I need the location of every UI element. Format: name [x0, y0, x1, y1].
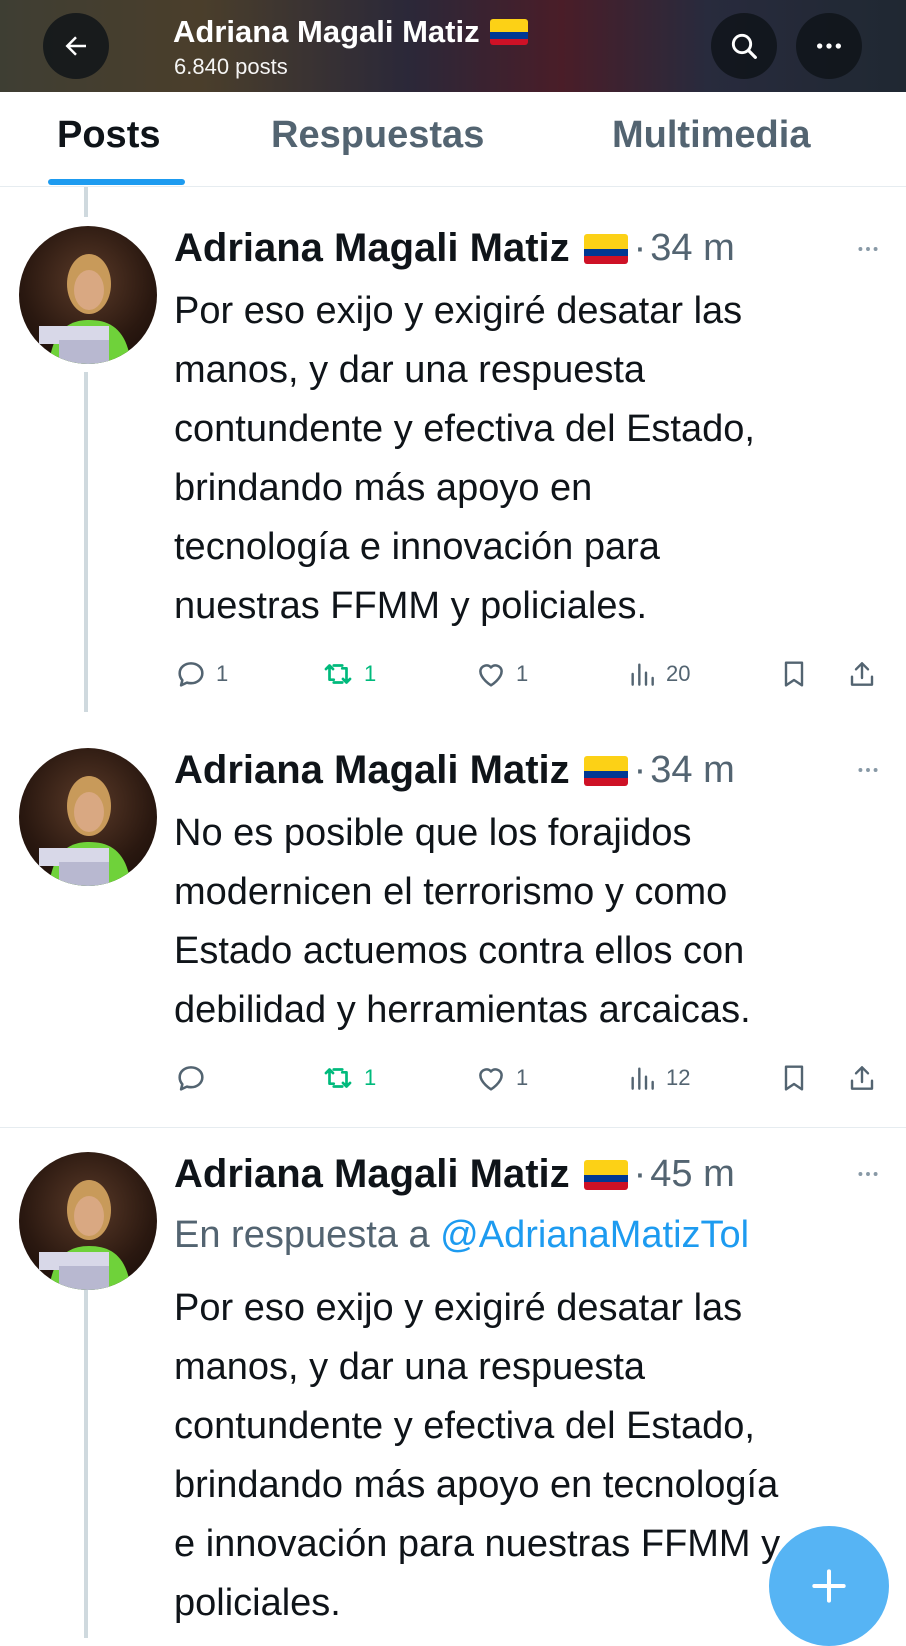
profile-tabs: Posts Respuestas Multimedia	[0, 92, 906, 187]
repost-button[interactable]: 1	[320, 657, 376, 691]
tweet-author-line: Adriana Magali Matiz · 34 m	[174, 748, 735, 793]
bookmark-button[interactable]	[778, 1061, 810, 1095]
back-arrow-icon	[65, 36, 86, 56]
reply-icon	[178, 662, 204, 687]
posts-count: 6.840 posts	[174, 54, 288, 79]
views-icon	[631, 1067, 654, 1090]
views-count: 20	[666, 661, 691, 686]
repost-count: 1	[364, 1065, 377, 1090]
compose-button[interactable]	[769, 1526, 889, 1646]
tweet-actions: 1 1 1 20	[174, 657, 886, 697]
tweet-text: No es posible que los forajidos modernic…	[174, 812, 751, 1031]
share-button[interactable]	[846, 657, 878, 691]
separator-dot: ·	[633, 1153, 647, 1195]
avatar-photo	[39, 1180, 131, 1290]
author-name[interactable]: Adriana Magali Matiz	[174, 226, 570, 271]
like-button[interactable]: 1	[474, 657, 528, 691]
views-button[interactable]: 20	[626, 657, 690, 691]
search-icon	[731, 33, 757, 59]
thread-line	[84, 187, 88, 217]
reply-icon	[178, 1066, 204, 1091]
colombia-flag-icon	[583, 1159, 628, 1190]
search-button[interactable]	[711, 13, 777, 79]
tweet-more-icon[interactable]	[852, 236, 884, 262]
tab-multimedia[interactable]: Multimedia	[612, 114, 810, 157]
tweet-text: Por eso exijo y exigiré desatar las mano…	[174, 290, 755, 627]
tweet-more-icon[interactable]	[852, 1161, 884, 1187]
repost-count: 1	[364, 661, 377, 686]
share-icon	[850, 1066, 874, 1090]
tweet-time[interactable]: 34 m	[650, 227, 734, 270]
reply-count: 1	[216, 661, 229, 686]
thread-line	[84, 1258, 88, 1638]
tweet-author-line: Adriana Magali Matiz · 34 m	[174, 226, 735, 271]
reply-button[interactable]: 1	[174, 657, 228, 691]
colombia-flag-icon	[583, 755, 628, 786]
repost-icon	[324, 1068, 352, 1088]
tweet-time[interactable]: 45 m	[650, 1153, 734, 1196]
tab-respuestas[interactable]: Respuestas	[271, 114, 484, 157]
avatar[interactable]	[19, 748, 157, 886]
reply-to-handle[interactable]: @AdrianaMatizTol	[440, 1214, 749, 1256]
reply-button[interactable]	[174, 1061, 216, 1095]
heart-icon	[479, 1068, 503, 1091]
tweet-more-icon[interactable]	[852, 757, 884, 783]
more-icon	[817, 43, 841, 49]
repost-icon	[324, 664, 352, 684]
bookmark-button[interactable]	[778, 657, 810, 691]
separator-dot: ·	[633, 749, 647, 791]
header-name: Adriana Magali Matiz	[173, 14, 480, 49]
back-button[interactable]	[43, 13, 109, 79]
profile-header: Adriana Magali Matiz 6.840 posts	[0, 0, 906, 92]
like-button[interactable]: 1	[474, 1061, 528, 1095]
author-name[interactable]: Adriana Magali Matiz	[174, 748, 570, 793]
colombia-flag-icon	[489, 19, 528, 45]
header-title: Adriana Magali Matiz	[173, 14, 528, 50]
bookmark-icon	[784, 1065, 804, 1091]
active-tab-indicator	[48, 179, 185, 185]
colombia-flag-icon	[583, 233, 628, 264]
more-button[interactable]	[796, 13, 862, 79]
avatar[interactable]	[19, 226, 157, 364]
reply-to-prefix: En respuesta a	[174, 1214, 441, 1256]
reply-to-line: En respuesta a @AdrianaMatizTol	[174, 1214, 749, 1257]
tweet-divider	[0, 1127, 906, 1128]
repost-button[interactable]: 1	[320, 1061, 376, 1095]
like-count: 1	[516, 661, 529, 686]
avatar-photo	[39, 254, 131, 364]
tweet-author-line: Adriana Magali Matiz · 45 m	[174, 1152, 735, 1197]
heart-icon	[479, 664, 503, 687]
plus-icon	[812, 1569, 846, 1603]
views-count: 12	[666, 1065, 691, 1090]
bookmark-icon	[784, 661, 804, 687]
views-button[interactable]: 12	[626, 1061, 690, 1095]
share-button[interactable]	[846, 1061, 878, 1095]
avatar[interactable]	[19, 1152, 157, 1290]
tweet-actions: 1 1 12	[174, 1061, 886, 1101]
separator-dot: ·	[633, 227, 647, 269]
tab-posts[interactable]: Posts	[57, 114, 160, 157]
tweet-time[interactable]: 34 m	[650, 749, 734, 792]
thread-line	[84, 372, 88, 712]
like-count: 1	[516, 1065, 529, 1090]
views-icon	[631, 663, 654, 686]
share-icon	[850, 662, 874, 686]
author-name[interactable]: Adriana Magali Matiz	[174, 1152, 570, 1197]
avatar-photo	[39, 776, 131, 886]
